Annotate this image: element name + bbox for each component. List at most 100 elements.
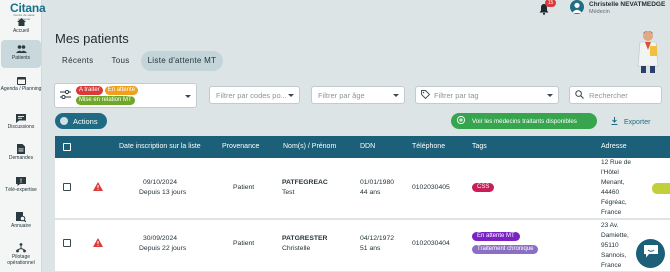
- search-input[interactable]: Rechercher: [569, 86, 662, 104]
- provenance-value: Patient: [233, 184, 255, 191]
- export-button[interactable]: Exporter: [611, 117, 650, 127]
- document-icon: [16, 144, 27, 154]
- column-header-phone[interactable]: Téléphone: [412, 136, 445, 158]
- date-value: 09/10/2024: [143, 179, 178, 186]
- postal-code-placeholder: Filtrer par codes po...: [216, 90, 287, 100]
- sidebar-item-demandes[interactable]: Demandes: [0, 144, 42, 161]
- age-filter[interactable]: Filtrer par âge: [311, 86, 405, 104]
- sidebar-item-label: Télé-expertise: [5, 187, 37, 193]
- date-value: 30/09/2024: [143, 235, 178, 242]
- tag-chip: Traitement chronique: [472, 245, 539, 254]
- status-marker: [652, 183, 670, 194]
- user-name[interactable]: Christelle NEVATMEDGE: [589, 1, 665, 8]
- age-value: 51 ans: [360, 245, 381, 252]
- sidebar-item-pilotage[interactable]: Pilotage opérationnel: [0, 243, 42, 266]
- view-available-doctors-button[interactable]: Voir les médecins traitants disponibles: [451, 113, 597, 129]
- since-value: Depuis 22 jours: [139, 245, 187, 252]
- status-chip-mise-en-relation[interactable]: Mise en relation MT: [76, 96, 135, 105]
- column-header-provenance[interactable]: Provenance: [222, 136, 259, 158]
- user-role: Médecin: [589, 9, 610, 15]
- chevron-down-icon: [288, 94, 294, 97]
- chevron-down-icon: [393, 94, 399, 97]
- phone-value: 0102030405: [412, 184, 450, 191]
- page-title: Mes patients: [55, 31, 129, 46]
- tag-chip: CSS: [472, 183, 495, 192]
- first-name-value: Christelle: [282, 245, 311, 252]
- actions-button[interactable]: Actions: [55, 113, 107, 129]
- actions-circle-icon: [60, 117, 68, 125]
- sidebar: Citana Centre de santé connecté Accueil …: [0, 0, 46, 272]
- download-icon: [611, 117, 618, 127]
- ddn-value: 04/12/1972: [360, 235, 395, 242]
- sidebar-item-accueil[interactable]: Accueil: [0, 17, 42, 34]
- age-value: 44 ans: [360, 189, 381, 196]
- address-value: 12 Rue de l'Hôtel Menant, 44460 Fégréac,…: [601, 158, 631, 218]
- home-icon: [16, 17, 27, 27]
- chat-support-button[interactable]: [636, 239, 665, 268]
- table-header: Date inscription sur la liste Provenance…: [55, 136, 670, 158]
- address-value: 23 Av. Damiette, 95110 Sannois, France: [601, 221, 629, 271]
- address-line: Menant,: [601, 179, 625, 186]
- postal-code-filter[interactable]: Filtrer par codes po...: [209, 86, 300, 104]
- avatar[interactable]: [570, 0, 584, 14]
- address-line: France: [601, 262, 622, 269]
- column-header-address[interactable]: Adresse: [601, 136, 627, 158]
- sidebar-item-patients[interactable]: Patients: [1, 40, 41, 68]
- select-all-checkbox[interactable]: [63, 143, 71, 151]
- address-line: 44460: [601, 189, 620, 196]
- tele-expertise-icon: !: [16, 176, 27, 186]
- column-header-ddn[interactable]: DDN: [360, 136, 375, 158]
- export-label: Exporter: [624, 118, 651, 126]
- status-chip-en-attente[interactable]: En attente: [104, 86, 139, 95]
- filter-sliders-icon: [60, 89, 73, 101]
- view-available-doctors-label: Voir les médecins traitants disponibles: [472, 117, 577, 125]
- tag-filter[interactable]: Filtrer par tag: [415, 86, 559, 104]
- search-icon: [575, 89, 584, 101]
- phone-value: 0102030404: [412, 240, 450, 247]
- sidebar-item-agenda[interactable]: Agenda / Planning: [0, 75, 42, 92]
- row-checkbox[interactable]: [63, 183, 71, 191]
- chevron-down-icon: [547, 94, 553, 97]
- chat-icon: [16, 113, 27, 123]
- address-line: 12 Rue de: [601, 159, 631, 166]
- tabs: Récents Tous Liste d'attente MT: [55, 51, 227, 71]
- actions-label: Actions: [73, 116, 98, 126]
- search-placeholder: Rechercher: [589, 90, 628, 100]
- table-row[interactable]: 30/09/2024 Depuis 22 jours Patient PATGR…: [55, 220, 670, 272]
- last-name-value[interactable]: PATGRESTER: [282, 235, 327, 242]
- status-chip-a-traiter[interactable]: A traiter: [76, 86, 103, 95]
- patients-icon: [15, 44, 27, 54]
- notification-badge: 15: [545, 0, 556, 7]
- age-placeholder: Filtrer par âge: [318, 90, 365, 100]
- address-line: l'Hôtel: [601, 169, 619, 176]
- table-row[interactable]: 09/10/2024 Depuis 13 jours Patient PATFE…: [55, 158, 670, 219]
- sidebar-item-label: Annuaire: [10, 223, 31, 229]
- warning-icon: [93, 182, 103, 191]
- column-header-name[interactable]: Nom(s) / Prénom: [283, 136, 336, 158]
- sidebar-item-label: Pilotage opérationnel: [7, 254, 35, 266]
- row-checkbox[interactable]: [63, 239, 71, 247]
- address-line: France: [601, 209, 622, 216]
- calendar-icon: [16, 75, 27, 85]
- column-header-tags[interactable]: Tags: [472, 136, 487, 158]
- first-name-value: Test: [282, 189, 295, 196]
- directory-icon: [16, 212, 27, 222]
- ddn-value: 01/01/1980: [360, 179, 395, 186]
- sidebar-item-discussions[interactable]: Discussions: [0, 113, 42, 130]
- tab-tous[interactable]: Tous: [104, 51, 136, 71]
- sidebar-item-annuaire[interactable]: Annuaire: [0, 212, 42, 229]
- sidebar-item-label: Accueil: [12, 28, 30, 34]
- sidebar-item-label: Demandes: [8, 155, 34, 161]
- provenance-value: Patient: [233, 240, 255, 247]
- sidebar-item-label: Discussions: [7, 124, 35, 130]
- since-value: Depuis 13 jours: [139, 189, 187, 196]
- tab-liste-attente-mt[interactable]: Liste d'attente MT: [140, 51, 224, 71]
- status-filter[interactable]: A traiter En attente Mise en relation MT: [54, 83, 197, 108]
- pilotage-icon: [16, 243, 27, 253]
- sidebar-item-tele-expertise[interactable]: ! Télé-expertise: [0, 176, 42, 193]
- svg-text:!: !: [20, 178, 22, 184]
- tag-placeholder: Filtrer par tag: [434, 90, 479, 100]
- column-header-date[interactable]: Date inscription sur la liste: [119, 136, 201, 158]
- tab-recents[interactable]: Récents: [55, 51, 100, 71]
- last-name-value[interactable]: PATFEGREAC: [282, 179, 328, 186]
